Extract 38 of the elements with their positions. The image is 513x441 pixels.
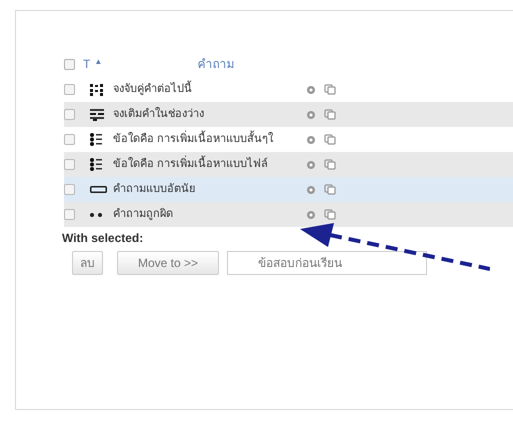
list-icon [90, 158, 102, 171]
text-field-icon [90, 186, 107, 193]
settings-icon[interactable] [306, 84, 316, 94]
checkbox[interactable] [64, 209, 75, 220]
question-name: จงเติมคำในช่องว่าง [113, 106, 205, 122]
copy-icon[interactable] [324, 159, 336, 170]
list-icon [90, 84, 104, 96]
with-selected-label: With selected: [62, 230, 144, 247]
question-name: จงจับคู่คำต่อไปนี้ [113, 81, 298, 98]
sort-icon[interactable]: ▲ [94, 56, 102, 68]
settings-icon[interactable] [306, 160, 316, 170]
question-name: คำถามแบบอัตนัย [113, 182, 196, 198]
delete-button[interactable]: ลบ [72, 251, 103, 275]
question-name: คำถามถูกผิด [113, 207, 174, 222]
copy-icon[interactable] [324, 209, 336, 220]
settings-icon[interactable] [306, 134, 316, 144]
checkbox[interactable] [64, 184, 75, 195]
copy-icon[interactable] [324, 184, 336, 195]
checkbox[interactable] [64, 159, 75, 170]
checkbox[interactable] [64, 84, 75, 95]
checkbox[interactable] [64, 109, 75, 120]
category-select[interactable]: ข้อสอบก่อนเรียน [227, 251, 428, 275]
copy-icon[interactable] [324, 109, 336, 120]
copy-icon[interactable] [324, 84, 336, 95]
column-header[interactable]: คำถาม [197, 55, 234, 73]
settings-icon[interactable] [306, 110, 316, 120]
question-name: ข้อใดคือ การเพิ่มเนื้อหาแบบไฟล์ [113, 156, 298, 173]
gap-fill-icon [90, 108, 104, 120]
copy-icon[interactable] [324, 134, 336, 145]
settings-icon[interactable] [306, 184, 316, 194]
checkbox[interactable] [64, 134, 75, 145]
dots-icon [90, 212, 103, 216]
list-icon [90, 133, 102, 146]
settings-icon[interactable] [306, 210, 316, 220]
question-name: ข้อใดคือ การเพิ่มเนื้อหาแบบสั้นๆใ [113, 131, 298, 148]
column-header[interactable]: T [83, 55, 90, 73]
checkbox[interactable] [64, 58, 75, 70]
move-button[interactable]: Move to >> [117, 251, 220, 275]
